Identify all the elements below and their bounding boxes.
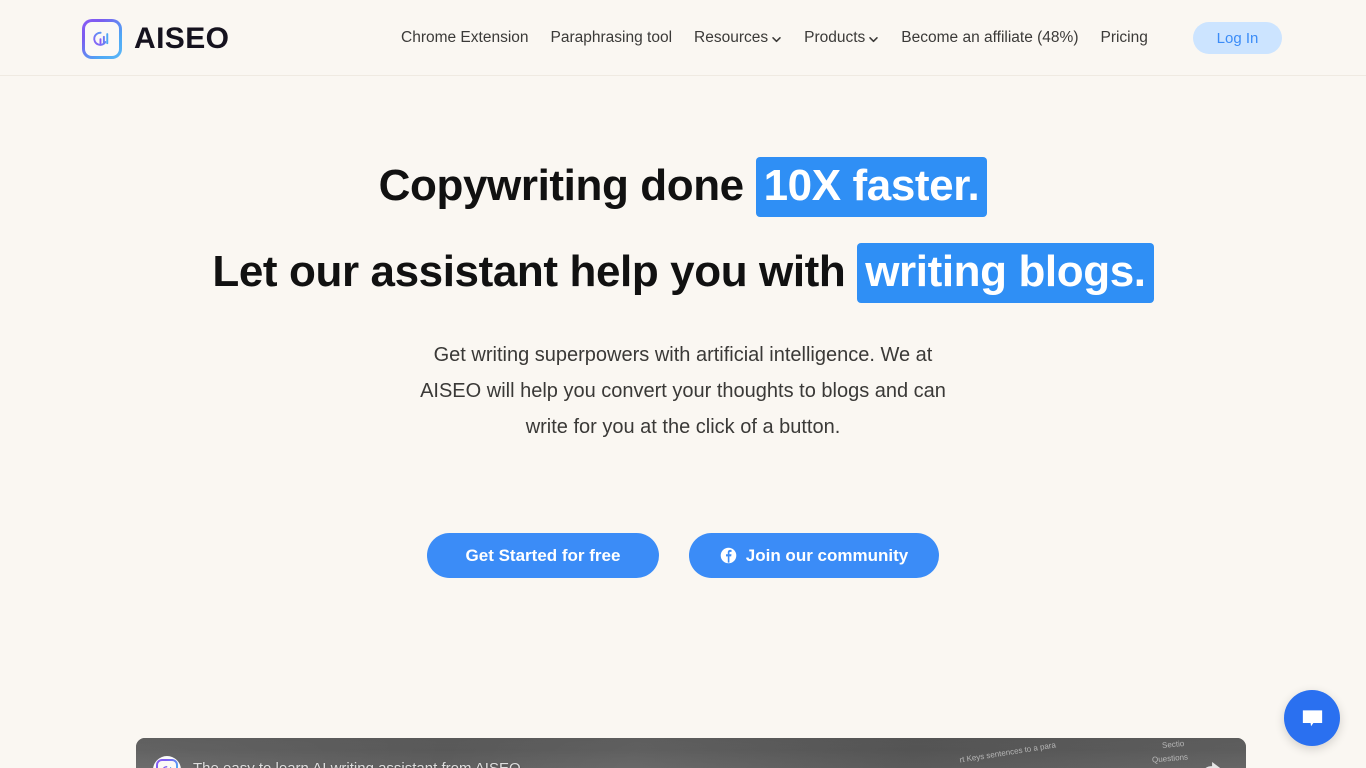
nav-label: Resources	[694, 29, 769, 47]
video-slide-text-b: Sectio	[1161, 739, 1185, 750]
headline-line-1: Copywriting done 10X faster.	[0, 157, 1366, 217]
aiseo-chart-logo-icon	[82, 19, 122, 59]
chat-launcher-button[interactable]	[1284, 690, 1340, 746]
headline-line-1-text: Copywriting done	[378, 161, 756, 210]
chat-bubble-icon	[1299, 705, 1326, 732]
page-title: Copywriting done 10X faster. Let our ass…	[0, 157, 1366, 303]
main-navigation: Chrome Extension Paraphrasing tool Resou…	[390, 0, 1159, 76]
hero-section: Copywriting done 10X faster. Let our ass…	[0, 157, 1366, 578]
nav-item-resources[interactable]: Resources	[683, 30, 793, 46]
nav-item-products[interactable]: Products	[793, 30, 890, 46]
nav-label: Become an affiliate (48%)	[901, 29, 1079, 47]
chevron-down-icon	[868, 34, 879, 45]
chevron-down-icon	[771, 34, 782, 45]
brand-logo-link[interactable]: AISEO	[82, 19, 229, 59]
nav-label: Products	[804, 29, 866, 47]
aiseo-chart-logo-icon	[156, 759, 178, 768]
headline-line-2: Let our assistant help you with writing …	[0, 243, 1366, 303]
share-arrow-icon[interactable]	[1198, 756, 1224, 768]
nav-item-chrome-extension[interactable]: Chrome Extension	[390, 30, 540, 46]
nav-item-become-an-affiliate[interactable]: Become an affiliate (48%)	[890, 30, 1089, 46]
headline-highlight-2: writing blogs.	[857, 243, 1154, 303]
site-header: AISEO Chrome Extension Paraphrasing tool…	[0, 0, 1366, 76]
hero-cta-row: Get Started for free Join our community	[0, 533, 1366, 578]
nav-item-paraphrasing-tool[interactable]: Paraphrasing tool	[540, 30, 684, 46]
nav-item-pricing[interactable]: Pricing	[1089, 30, 1158, 46]
nav-label: Paraphrasing tool	[550, 29, 673, 47]
video-title[interactable]: The easy to learn AI writing assistant f…	[193, 760, 537, 768]
headline-line-2-text: Let our assistant help you with	[212, 247, 858, 296]
hero-subheading: Get writing superpowers with artificial …	[420, 344, 946, 438]
login-button[interactable]: Log In	[1193, 22, 1282, 54]
nav-label: Chrome Extension	[401, 29, 529, 47]
get-started-label: Get Started for free	[465, 545, 621, 565]
nav-label: Pricing	[1100, 29, 1148, 47]
headline-highlight-1: 10X faster.	[755, 157, 988, 217]
facebook-icon	[720, 547, 737, 564]
join-community-label: Join our community	[745, 545, 909, 565]
video-player[interactable]: The easy to learn AI writing assistant f…	[136, 738, 1246, 768]
brand-name: AISEO	[134, 22, 230, 55]
get-started-button[interactable]: Get Started for free	[427, 533, 659, 578]
join-community-button[interactable]: Join our community	[689, 533, 939, 578]
